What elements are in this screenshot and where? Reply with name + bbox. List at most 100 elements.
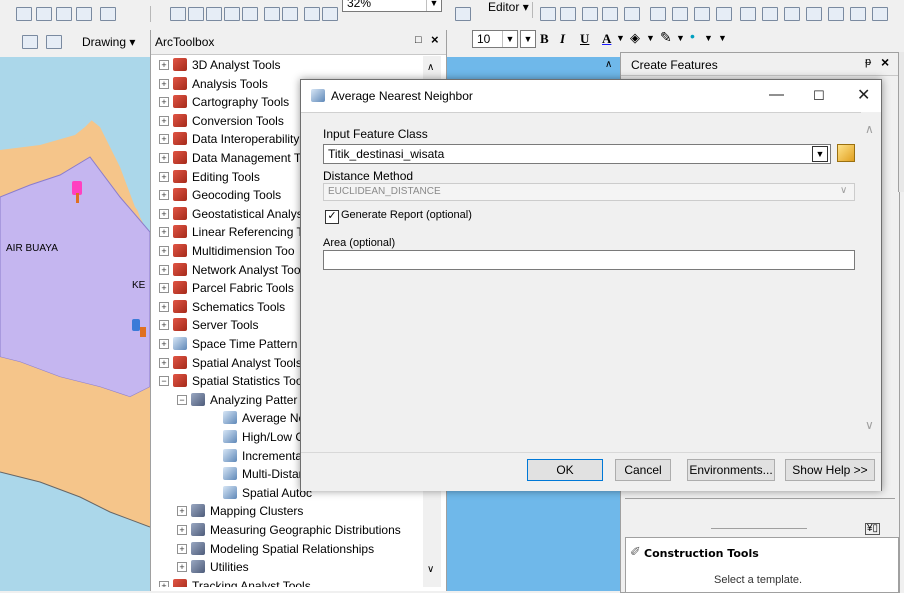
toolbar-tool-icon[interactable] <box>582 7 598 21</box>
chevron-down-icon[interactable]: ▼ <box>676 33 685 43</box>
toolbar-tool-icon[interactable] <box>650 7 666 21</box>
italic-button[interactable]: I <box>560 31 565 47</box>
expand-icon[interactable]: + <box>159 171 169 182</box>
toolbar-tool-icon[interactable] <box>850 7 866 21</box>
chevron-down-icon[interactable]: ▼ <box>616 33 625 43</box>
fill-color-icon[interactable]: ◈ <box>630 30 640 46</box>
expand-icon[interactable]: + <box>159 580 169 587</box>
expand-icon[interactable]: + <box>159 134 169 145</box>
toolbar-tool-icon[interactable] <box>76 7 92 21</box>
toolbar-tool-icon[interactable] <box>304 7 320 21</box>
collapse-icon[interactable]: − <box>177 394 187 405</box>
toolbar-tool-icon[interactable] <box>762 7 778 21</box>
toolbar-tool-icon[interactable] <box>602 7 618 21</box>
scroll-up-icon[interactable]: ∧ <box>605 59 612 70</box>
environments-button[interactable]: Environments... <box>687 459 775 481</box>
font-color-button[interactable]: A <box>602 31 611 47</box>
map-pin-icon[interactable] <box>140 327 146 337</box>
toolbar-tool-icon[interactable] <box>540 7 556 21</box>
expand-icon[interactable]: + <box>159 60 169 70</box>
expand-icon[interactable]: + <box>159 264 169 275</box>
toolbar-tool-icon[interactable] <box>740 7 756 21</box>
toolbar-tool-icon[interactable] <box>224 7 240 21</box>
chevron-down-icon[interactable]: ▼ <box>704 33 713 43</box>
close-icon[interactable]: × <box>881 54 889 70</box>
toolbar-tool-icon[interactable] <box>806 7 822 21</box>
expand-icon[interactable]: + <box>159 301 169 312</box>
generate-report-checkbox[interactable]: ✓ <box>325 210 339 224</box>
collapse-icon[interactable]: − <box>159 376 169 387</box>
expand-icon[interactable]: + <box>159 190 169 201</box>
line-color-icon[interactable]: ✎ <box>660 29 672 46</box>
scroll-up-icon[interactable]: ∧ <box>427 62 434 73</box>
toolbar-overflow-icon[interactable]: ▼ <box>718 33 727 43</box>
pin-icon[interactable]: ᵽ <box>865 56 871 68</box>
dialog-scrollbar[interactable]: ∧ ∨ <box>861 112 881 452</box>
toolbar-tool-icon[interactable] <box>100 7 116 21</box>
toolbar-tool-icon[interactable] <box>56 7 72 21</box>
expand-icon[interactable]: + <box>177 525 187 535</box>
distance-method-select[interactable]: EUCLIDEAN_DISTANCE ∨ <box>323 183 855 201</box>
toolbar-tool-icon[interactable] <box>242 7 258 21</box>
marker-color-icon[interactable]: • <box>690 28 695 44</box>
toolbar-tool-icon[interactable] <box>16 7 32 21</box>
toolbar-tool-icon[interactable] <box>206 7 222 21</box>
expand-icon[interactable]: + <box>177 506 187 517</box>
collapse-icon[interactable]: ¥▯ <box>865 523 881 535</box>
toolbar-tool-icon[interactable] <box>170 7 186 21</box>
expand-icon[interactable]: + <box>177 562 187 573</box>
toolbar-tool-icon[interactable] <box>624 7 640 21</box>
scroll-down-icon[interactable]: ∨ <box>865 418 874 432</box>
drawing-menu[interactable]: Drawing ▾ <box>82 35 135 49</box>
expand-icon[interactable]: + <box>159 97 169 108</box>
expand-icon[interactable]: + <box>159 283 169 294</box>
expand-icon[interactable]: + <box>177 543 187 554</box>
browse-folder-icon[interactable] <box>837 144 855 162</box>
map-pin-icon[interactable] <box>132 319 140 331</box>
expand-icon[interactable]: + <box>159 115 169 126</box>
expand-icon[interactable]: + <box>159 246 169 256</box>
splitter-grip[interactable] <box>711 528 807 529</box>
restore-icon[interactable]: □ <box>415 34 422 46</box>
chevron-down-icon[interactable]: ▼ <box>812 146 828 162</box>
scroll-down-icon[interactable]: ∨ <box>427 564 434 575</box>
chevron-down-icon[interactable]: ▼ <box>646 33 655 43</box>
close-icon[interactable]: ✕ <box>857 85 870 105</box>
zoom-combo[interactable]: 32% ▼ <box>342 0 442 12</box>
show-help-button[interactable]: Show Help >> <box>785 459 875 481</box>
expand-icon[interactable]: + <box>159 153 169 163</box>
bold-button[interactable]: B <box>540 31 549 47</box>
side-tab-strip[interactable] <box>898 52 904 192</box>
toolbar-tool-icon[interactable] <box>46 35 62 49</box>
input-feature-class-select[interactable]: Titik_destinasi_wisata ▼ <box>323 144 831 164</box>
font-dropdown[interactable]: ▼ <box>520 30 536 48</box>
expand-icon[interactable]: + <box>159 320 169 331</box>
expand-icon[interactable]: + <box>159 227 169 238</box>
expand-icon[interactable]: + <box>159 78 169 89</box>
cancel-button[interactable]: Cancel <box>615 459 671 481</box>
toolbar-tool-icon[interactable] <box>716 7 732 21</box>
toolbar-tool-icon[interactable] <box>188 7 204 21</box>
toolbar-tool-icon[interactable] <box>694 7 710 21</box>
expand-icon[interactable]: + <box>159 357 169 368</box>
toolbar-tool-icon[interactable] <box>872 7 888 21</box>
minimize-icon[interactable]: — <box>769 86 784 103</box>
expand-icon[interactable]: + <box>159 208 169 219</box>
toolbar-tool-icon[interactable] <box>36 7 52 21</box>
toolbar-tool-icon[interactable] <box>282 7 298 21</box>
map-view[interactable]: AIR BUAYA KE <box>0 57 150 591</box>
editor-menu[interactable]: Editor ▾ <box>488 0 529 14</box>
expand-icon[interactable]: + <box>159 339 169 349</box>
toolbar-tool-icon[interactable] <box>828 7 844 21</box>
font-size-combo[interactable]: 10 ▼ <box>472 30 518 48</box>
toolbar-tool-icon[interactable] <box>784 7 800 21</box>
toolbar-tool-icon[interactable] <box>455 7 471 21</box>
ok-button[interactable]: OK <box>527 459 603 481</box>
maximize-icon[interactable]: ☐ <box>813 88 825 104</box>
toolbar-tool-icon[interactable] <box>264 7 280 21</box>
toolbar-tool-icon[interactable] <box>322 7 338 21</box>
toolbar-tool-icon[interactable] <box>672 7 688 21</box>
scroll-up-icon[interactable]: ∧ <box>865 122 874 136</box>
area-input[interactable] <box>323 250 855 270</box>
close-icon[interactable]: × <box>431 32 439 47</box>
